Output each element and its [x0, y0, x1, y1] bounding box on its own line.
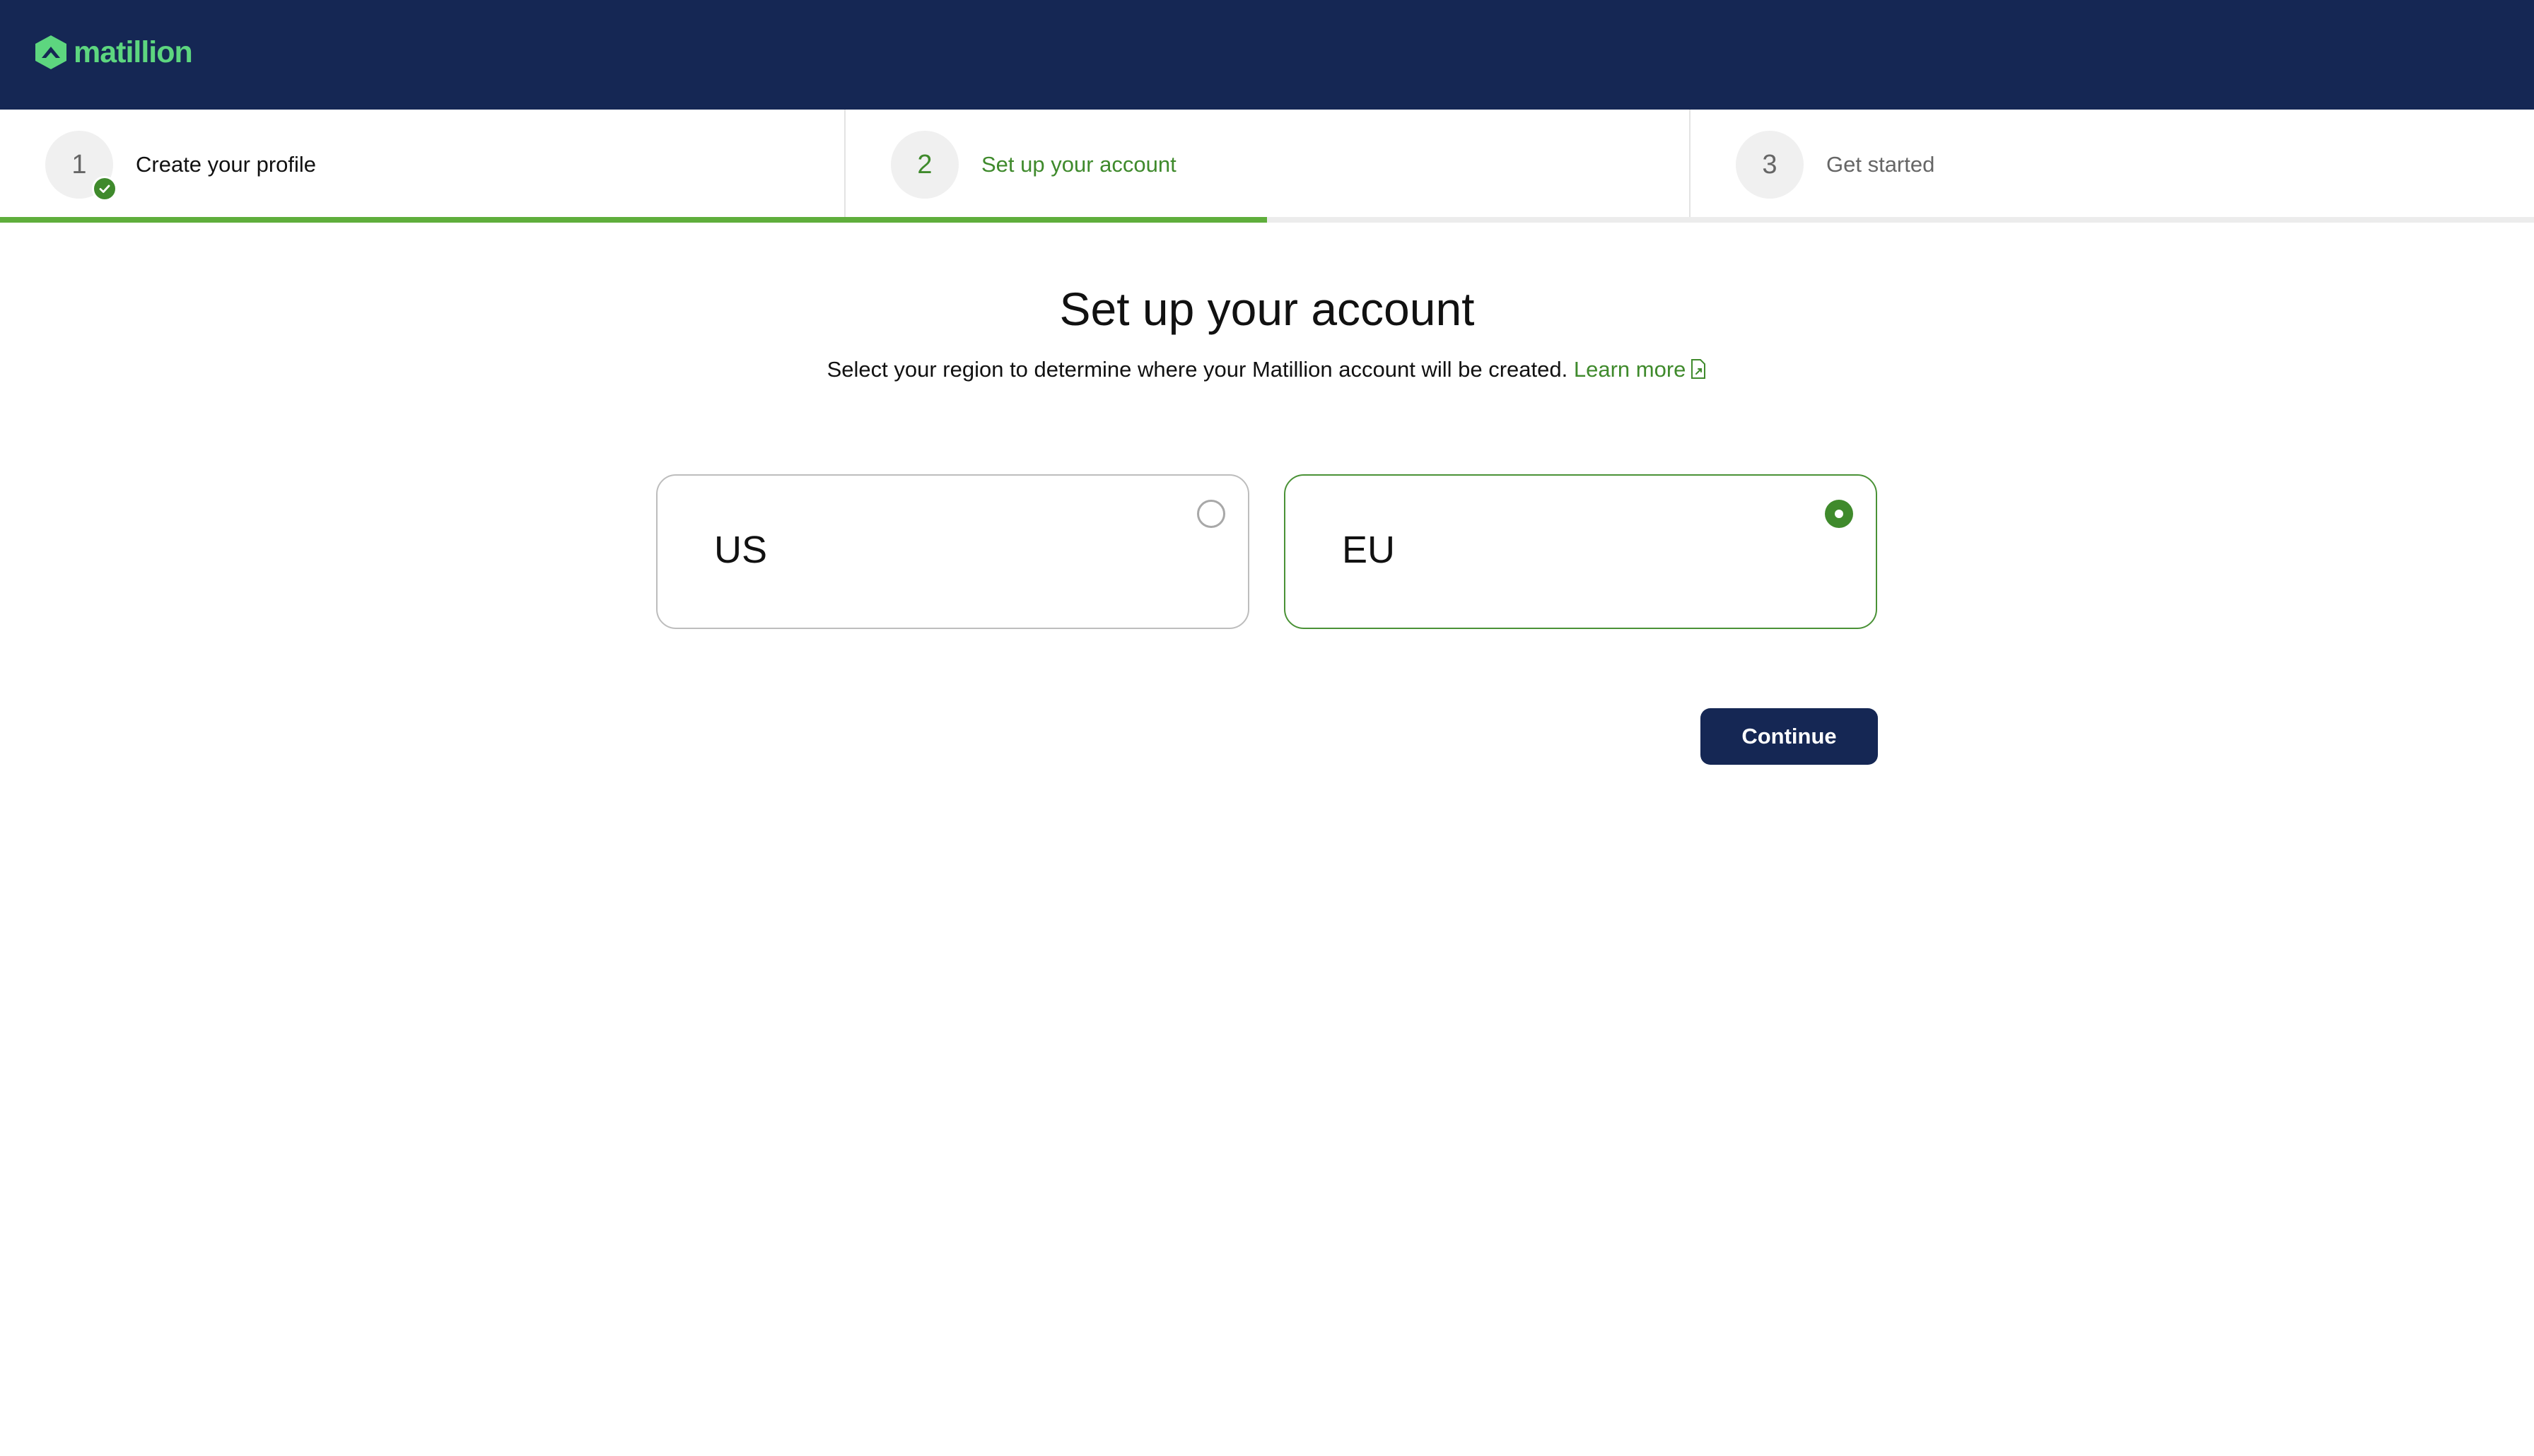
- page-title: Set up your account: [1059, 283, 1475, 335]
- step-label: Create your profile: [136, 152, 317, 177]
- matillion-logo-icon: [35, 35, 66, 69]
- region-card-eu[interactable]: EU: [1284, 474, 1877, 629]
- step-number: 3: [1762, 149, 1777, 180]
- onboarding-stepper: 1 Create your profile 2 Set up your acco…: [0, 110, 2534, 223]
- learn-more-label: Learn more: [1573, 357, 1686, 382]
- step-label: Get started: [1826, 152, 1935, 177]
- radio-selected-dot: [1835, 510, 1843, 518]
- stepper-progress-track: [0, 217, 2534, 223]
- step-number-circle: 3: [1736, 131, 1804, 199]
- step-number: 2: [917, 149, 933, 180]
- step-number: 1: [71, 149, 87, 180]
- step-number-circle: 2: [891, 131, 959, 199]
- page-subtitle: Select your region to determine where yo…: [0, 356, 2534, 384]
- matillion-logo[interactable]: matillion: [33, 33, 193, 72]
- top-navigation-bar: matillion: [0, 0, 2534, 110]
- step-number-circle: 1: [45, 131, 117, 201]
- subtitle-text: Select your region to determine where yo…: [827, 357, 1568, 382]
- check-icon: [92, 176, 117, 201]
- region-card-us[interactable]: US: [656, 474, 1249, 629]
- region-label: EU: [1342, 529, 1396, 571]
- learn-more-link[interactable]: Learn more: [1574, 357, 1707, 382]
- step-create-profile[interactable]: 1 Create your profile: [0, 110, 844, 223]
- step-set-up-account[interactable]: 2 Set up your account: [844, 110, 1688, 223]
- external-document-icon: [1691, 359, 1706, 379]
- step-label: Set up your account: [981, 152, 1176, 177]
- logo-wordmark: matillion: [74, 35, 193, 69]
- region-radio-eu[interactable]: [1825, 500, 1853, 528]
- region-radio-us[interactable]: [1197, 500, 1225, 528]
- continue-button[interactable]: Continue: [1700, 708, 1878, 765]
- step-get-started[interactable]: 3 Get started: [1689, 110, 2534, 223]
- stepper-progress-fill: [0, 217, 1267, 223]
- region-label: US: [714, 529, 768, 571]
